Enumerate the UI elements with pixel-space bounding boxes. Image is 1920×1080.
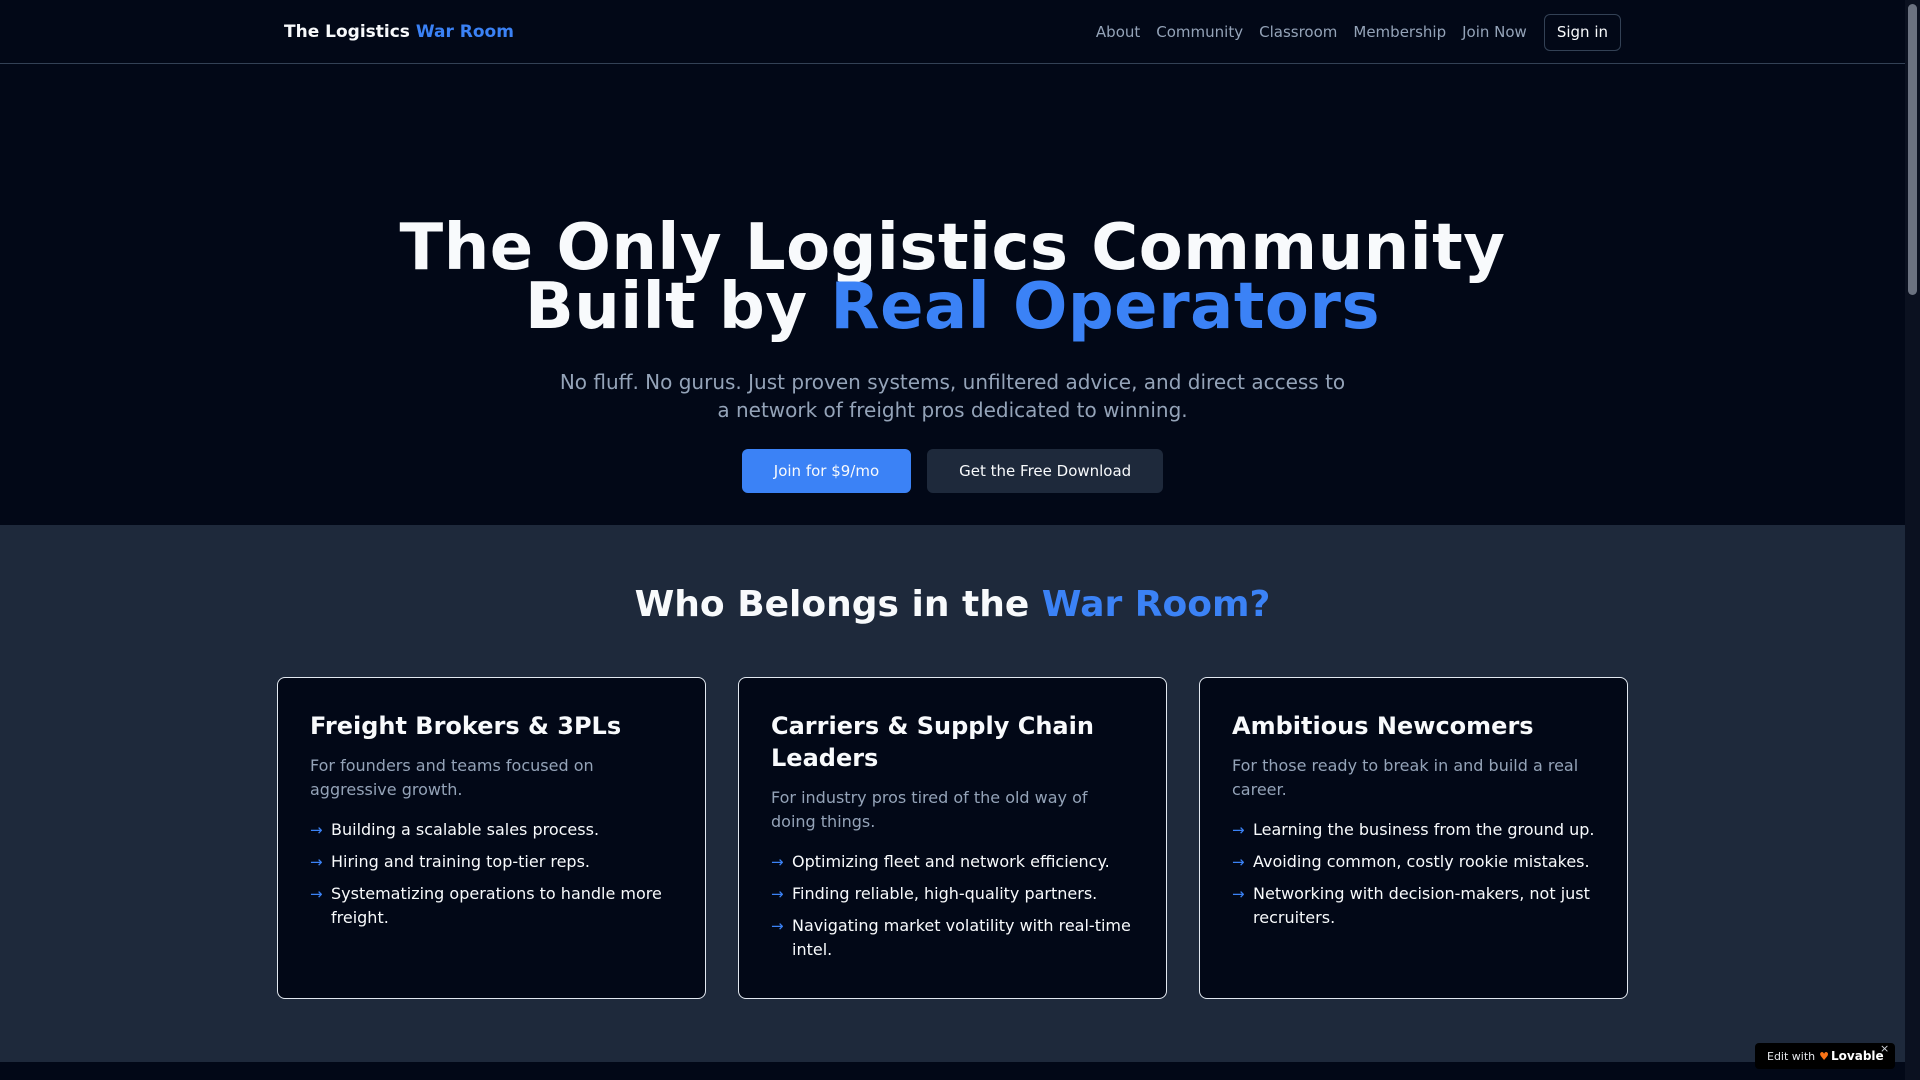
- arrow-right-icon: →: [771, 853, 784, 871]
- section-title-accent: War Room?: [1041, 584, 1271, 625]
- top-navbar: The Logistics War Room About Community C…: [0, 0, 1905, 64]
- list-item-text: Avoiding common, costly rookie mistakes.: [1253, 852, 1590, 871]
- list-item-text: Finding reliable, high-quality partners.: [792, 884, 1098, 903]
- list-item-text: Systematizing operations to handle more …: [331, 884, 662, 927]
- nav-links: About Community Classroom Membership Joi…: [1096, 13, 1621, 51]
- brand-logo[interactable]: The Logistics War Room: [284, 22, 514, 42]
- section-title-prefix: Who Belongs in the: [634, 584, 1030, 625]
- list-item: → Learning the business from the ground u…: [1232, 818, 1595, 842]
- list-item-text: Optimizing fleet and network efficiency.: [792, 852, 1110, 871]
- nav-link-classroom[interactable]: Classroom: [1259, 23, 1337, 41]
- lovable-heart-icon: ♥: [1819, 1049, 1830, 1063]
- hero-cta-group: Join for $9/mo Get the Free Download: [0, 449, 1905, 493]
- hero-subtitle: No fluff. No gurus. Just proven systems,…: [559, 370, 1346, 422]
- audience-cards: Freight Brokers & 3PLs For founders and …: [277, 677, 1628, 999]
- list-item-text: Navigating market volatility with real-t…: [792, 916, 1131, 959]
- navbar-container: The Logistics War Room About Community C…: [284, 0, 1621, 64]
- badge-logo-label: Lovable: [1831, 1049, 1884, 1063]
- arrow-right-icon: →: [1232, 885, 1245, 903]
- list-item: → Avoiding common, costly rookie mistakes…: [1232, 850, 1595, 874]
- join-button[interactable]: Join for $9/mo: [741, 449, 912, 493]
- badge-edit-label: Edit with: [1767, 1049, 1816, 1063]
- arrow-right-icon: →: [1232, 821, 1245, 839]
- nav-link-about[interactable]: About: [1096, 23, 1140, 41]
- list-item: → Building a scalable sales process.: [310, 818, 673, 842]
- card-freight-brokers: Freight Brokers & 3PLs For founders and …: [277, 677, 706, 999]
- arrow-right-icon: →: [310, 885, 323, 903]
- list-item: → Hiring and training top-tier reps.: [310, 850, 673, 874]
- list-item: → Systematizing operations to handle more…: [310, 882, 673, 930]
- card-title: Freight Brokers & 3PLs: [310, 712, 622, 740]
- next-section: [0, 1062, 1905, 1080]
- hero-title: The Only Logistics Community Built by Re…: [0, 216, 1905, 339]
- audience-section: Who Belongs in the War Room? Freight Bro…: [0, 525, 1905, 1062]
- card-list: → Optimizing fleet and network efficiency…: [771, 850, 1134, 962]
- card-title: Carriers & Supply Chain Leaders: [771, 712, 1094, 772]
- scrollbar-thumb[interactable]: [1908, 4, 1917, 295]
- brand-accent: War Room: [415, 22, 514, 42]
- card-description: For those ready to break in and build a …: [1232, 756, 1579, 799]
- free-download-button[interactable]: Get the Free Download: [927, 449, 1164, 493]
- arrow-right-icon: →: [310, 821, 323, 839]
- list-item: → Navigating market volatility with real-…: [771, 914, 1134, 962]
- list-item-text: Building a scalable sales process.: [331, 820, 600, 839]
- vertical-scrollbar[interactable]: [1905, 0, 1920, 1080]
- sign-in-button[interactable]: Sign in: [1543, 13, 1621, 51]
- arrow-right-icon: →: [310, 853, 323, 871]
- arrow-right-icon: →: [771, 917, 784, 935]
- card-description: For industry pros tired of the old way o…: [771, 788, 1088, 831]
- list-item: → Finding reliable, high-quality partners…: [771, 882, 1134, 906]
- arrow-right-icon: →: [771, 885, 784, 903]
- card-description: For founders and teams focused on aggres…: [310, 756, 594, 799]
- card-carriers: Carriers & Supply Chain Leaders For indu…: [738, 677, 1167, 999]
- hero-title-line2-prefix: Built by: [524, 270, 808, 344]
- list-item-text: Learning the business from the ground up…: [1253, 820, 1595, 839]
- card-newcomers: Ambitious Newcomers For those ready to b…: [1199, 677, 1628, 999]
- card-list: → Building a scalable sales process. → Hir…: [310, 818, 673, 930]
- nav-link-join-now[interactable]: Join Now: [1462, 23, 1527, 41]
- nav-link-community[interactable]: Community: [1156, 23, 1243, 41]
- list-item-text: Hiring and training top-tier reps.: [331, 852, 591, 871]
- close-icon[interactable]: ×: [1880, 1042, 1889, 1055]
- edit-with-lovable-badge[interactable]: Edit with ♥ Lovable: [1755, 1043, 1895, 1069]
- hero-title-accent: Real Operators: [830, 270, 1381, 344]
- section-title: Who Belongs in the War Room?: [0, 585, 1905, 625]
- brand-prefix: The Logistics: [284, 22, 410, 42]
- list-item-text: Networking with decision-makers, not jus…: [1253, 884, 1590, 927]
- page: The Logistics War Room About Community C…: [0, 0, 1905, 1080]
- list-item: → Networking with decision-makers, not ju…: [1232, 882, 1595, 930]
- hero-section: The Only Logistics Community Built by Re…: [0, 64, 1905, 525]
- card-title: Ambitious Newcomers: [1232, 712, 1534, 740]
- card-list: → Learning the business from the ground u…: [1232, 818, 1595, 930]
- list-item: → Optimizing fleet and network efficiency…: [771, 850, 1134, 874]
- nav-link-membership[interactable]: Membership: [1353, 23, 1446, 41]
- arrow-right-icon: →: [1232, 853, 1245, 871]
